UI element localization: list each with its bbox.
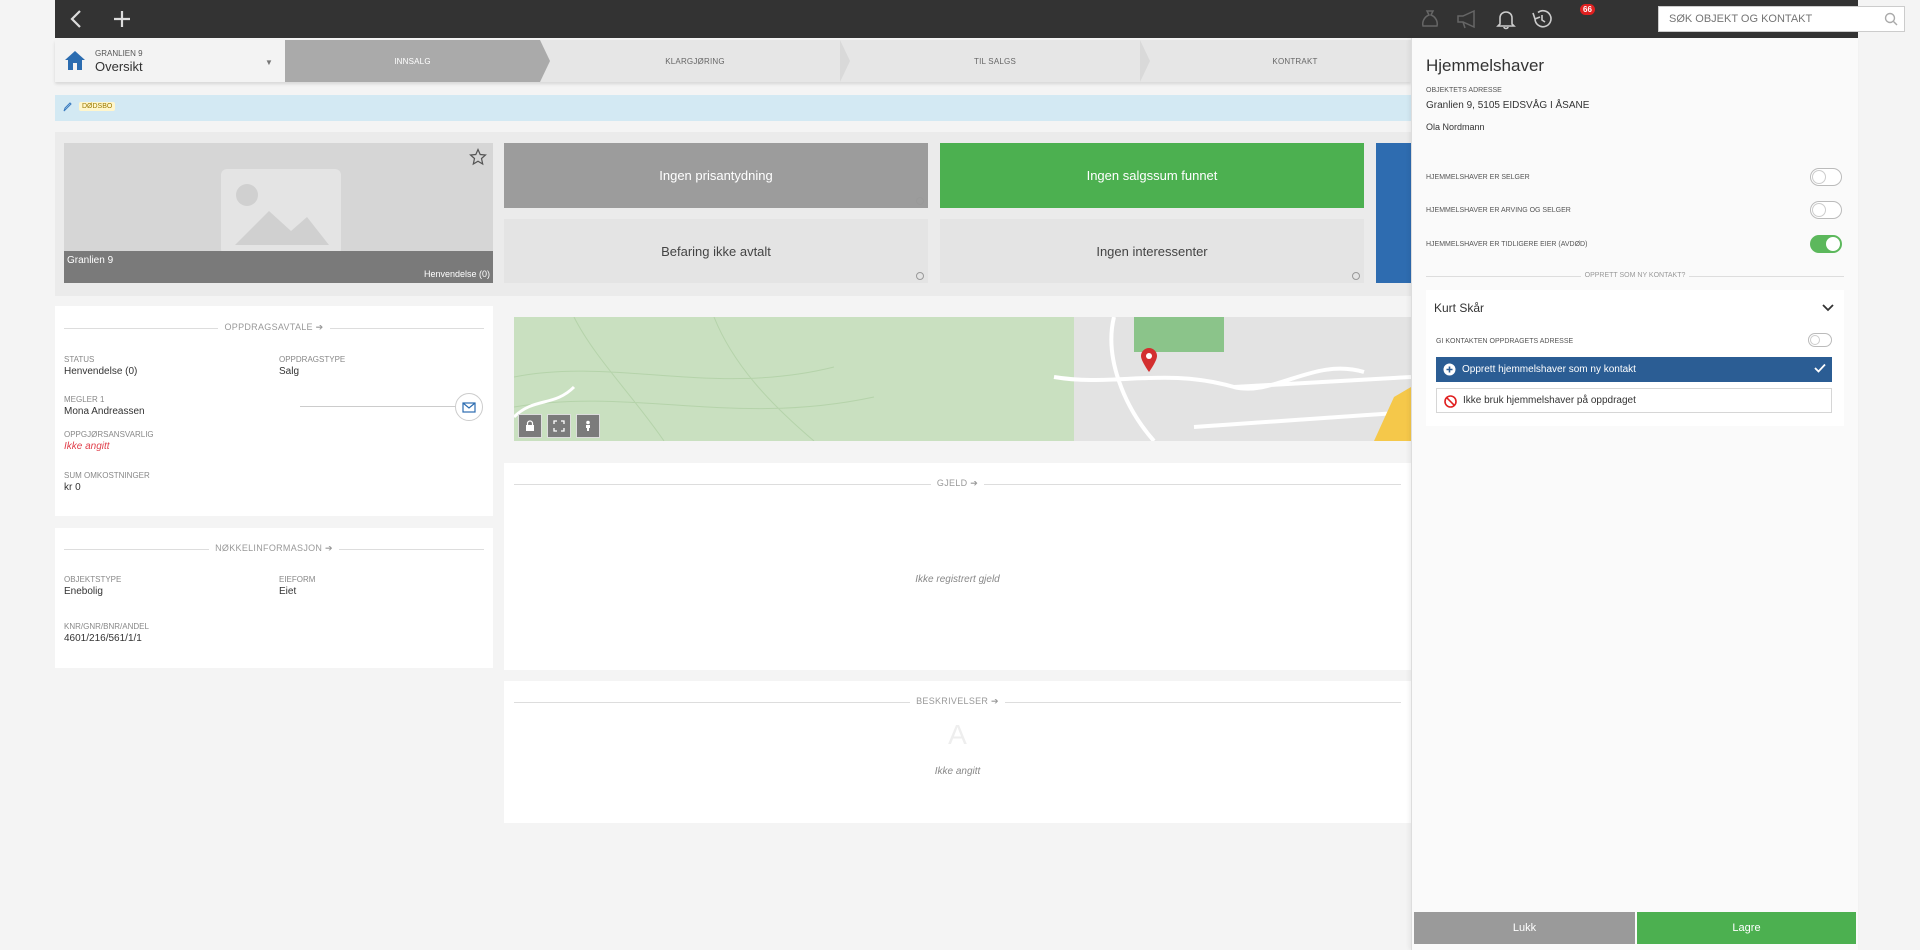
- sales-sum-tile[interactable]: Ingen salgssum funnet: [940, 143, 1364, 208]
- descriptions-title[interactable]: BESKRIVELSER ➔: [504, 696, 1411, 707]
- objtype-value: Enebolig: [64, 586, 103, 597]
- photo-caption: Granlien 9 Henvendelse (0): [64, 251, 493, 283]
- pencil-icon[interactable]: [62, 101, 72, 116]
- blue-tile[interactable]: [1376, 143, 1411, 283]
- step-klargjoring[interactable]: KLARGJØRING: [550, 40, 840, 82]
- lock-icon[interactable]: [518, 414, 542, 438]
- info-bar: DØDSBO: [55, 95, 1411, 121]
- home-icon: [62, 48, 88, 75]
- inspection-tile[interactable]: Befaring ikke avtalt: [504, 219, 928, 283]
- property-name: Granlien 9: [67, 255, 114, 266]
- step-til-salgs[interactable]: TIL SALGS: [850, 40, 1140, 82]
- contact-name: Kurt Skår: [1434, 301, 1485, 315]
- assignment-title[interactable]: OPPDRAGSAVTALE ➔: [55, 322, 493, 333]
- descriptions-card: BESKRIVELSER ➔ A Ikke angitt: [504, 681, 1411, 823]
- settlement-value: Ikke angitt: [64, 441, 110, 452]
- close-button[interactable]: Lukk: [1414, 912, 1635, 944]
- owner-panel: Hjemmelshaver OBJEKTETS ADRESSE Granlien…: [1411, 38, 1858, 950]
- status-value: Henvendelse (0): [64, 366, 138, 377]
- notification-badge: 66: [1580, 4, 1595, 15]
- keyinfo-title[interactable]: NØKKELINFORMASJON ➔: [55, 543, 493, 554]
- text-icon: A: [948, 719, 967, 750]
- cadastre-value: 4601/216/561/1/1: [64, 633, 142, 644]
- give-address-toggle[interactable]: [1808, 333, 1832, 347]
- inquiry-count: Henvendelse (0): [423, 269, 490, 279]
- keyinfo-card: NØKKELINFORMASJON ➔ OBJEKTSTYPE Enebolig…: [55, 528, 493, 668]
- info-icon: [916, 197, 924, 205]
- broker-value: Mona Andreassen: [64, 406, 145, 417]
- debt-card: GJELD ➔ Ikke registrert gjeld: [504, 463, 1411, 670]
- overview-selector[interactable]: GRANLIEN 9 Oversikt ▼: [55, 40, 285, 82]
- toggle-label-seller: HJEMMELSHAVER ER SELGER: [1426, 174, 1530, 181]
- toggle-label-deceased: HJEMMELSHAVER ER TIDLIGERE EIER (AVDØD): [1426, 241, 1588, 248]
- address-value: Granlien 9, 5105 EIDSVÅG I ÅSANE: [1426, 100, 1590, 111]
- chevron-down-icon[interactable]: [1822, 303, 1834, 315]
- heir-toggle[interactable]: [1810, 201, 1842, 219]
- search-box: [1658, 6, 1905, 32]
- debt-empty-text: Ikke registrert gjeld: [915, 574, 1000, 585]
- streetview-icon[interactable]: [576, 414, 600, 438]
- image-placeholder-icon: [221, 169, 341, 255]
- ownership-value: Eiet: [279, 586, 297, 597]
- chevron-down-icon: ▼: [265, 58, 273, 67]
- assignment-card: OPPDRAGSAVTALE ➔ STATUS Henvendelse (0) …: [55, 306, 493, 516]
- price-tile[interactable]: Ingen prisantydning: [504, 143, 928, 208]
- property-map[interactable]: [514, 317, 1411, 441]
- view-title: Oversikt: [95, 59, 143, 74]
- plus-circle-icon: [1443, 363, 1456, 379]
- megaphone-icon[interactable]: [1454, 6, 1480, 32]
- search-icon[interactable]: [1884, 12, 1898, 29]
- give-address-label: GI KONTAKTEN OPPDRAGETS ADRESSE: [1436, 338, 1574, 345]
- info-icon: [916, 272, 924, 280]
- step-innsalg[interactable]: INNSALG: [285, 40, 540, 82]
- interested-tile[interactable]: Ingen interessenter: [940, 219, 1364, 283]
- location-pin-icon[interactable]: [1140, 347, 1158, 376]
- mail-icon[interactable]: [455, 393, 483, 421]
- star-icon[interactable]: [469, 148, 487, 169]
- search-input[interactable]: [1659, 7, 1869, 31]
- panel-title: Hjemmelshaver: [1426, 56, 1545, 75]
- toggle-label-heir: HJEMMELSHAVER ER ARVING OG SELGER: [1426, 207, 1571, 214]
- history-icon[interactable]: [1529, 6, 1555, 32]
- ban-icon: [1444, 395, 1457, 411]
- contact-box: Kurt Skår GI KONTAKTEN OPPDRAGETS ADRESS…: [1426, 290, 1844, 426]
- deceased-toggle[interactable]: [1810, 235, 1842, 253]
- save-button[interactable]: Lagre: [1637, 912, 1856, 944]
- owner-name: Ola Nordmann: [1426, 122, 1485, 132]
- create-contact-divider: OPPRETT SOM NY KONTAKT?: [1426, 272, 1844, 279]
- check-icon: [1814, 363, 1826, 376]
- money-bag-icon[interactable]: [1417, 6, 1443, 32]
- seller-toggle[interactable]: [1810, 168, 1842, 186]
- top-bar: 66: [55, 0, 1905, 38]
- add-icon[interactable]: [109, 6, 135, 32]
- info-icon: [1352, 272, 1360, 280]
- debt-title[interactable]: GJELD ➔: [504, 478, 1411, 489]
- back-icon[interactable]: [63, 6, 89, 32]
- step-divider: [1140, 40, 1150, 82]
- step-divider: [840, 40, 850, 82]
- descriptions-empty-text: Ikke angitt: [934, 766, 981, 777]
- address-label: OBJEKTETS ADRESSE: [1426, 87, 1502, 94]
- create-contact-option[interactable]: Opprett hjemmelshaver som ny kontakt: [1436, 357, 1832, 382]
- type-value: Salg: [279, 366, 300, 377]
- progress-steps: GRANLIEN 9 Oversikt ▼ INNSALG KLARGJØRIN…: [55, 40, 1411, 82]
- step-kontrakt[interactable]: KONTRAKT: [1150, 40, 1440, 82]
- costs-value: kr 0: [64, 482, 81, 493]
- estate-tag: DØDSBO: [79, 102, 116, 111]
- property-photo[interactable]: Granlien 9 Henvendelse (0): [64, 143, 493, 283]
- skip-owner-option[interactable]: Ikke bruk hjemmelshaver på oppdraget: [1436, 388, 1832, 413]
- step-divider: [540, 40, 550, 82]
- address-small: GRANLIEN 9: [95, 49, 143, 58]
- fullscreen-icon[interactable]: [547, 414, 571, 438]
- bell-icon[interactable]: [1493, 6, 1519, 32]
